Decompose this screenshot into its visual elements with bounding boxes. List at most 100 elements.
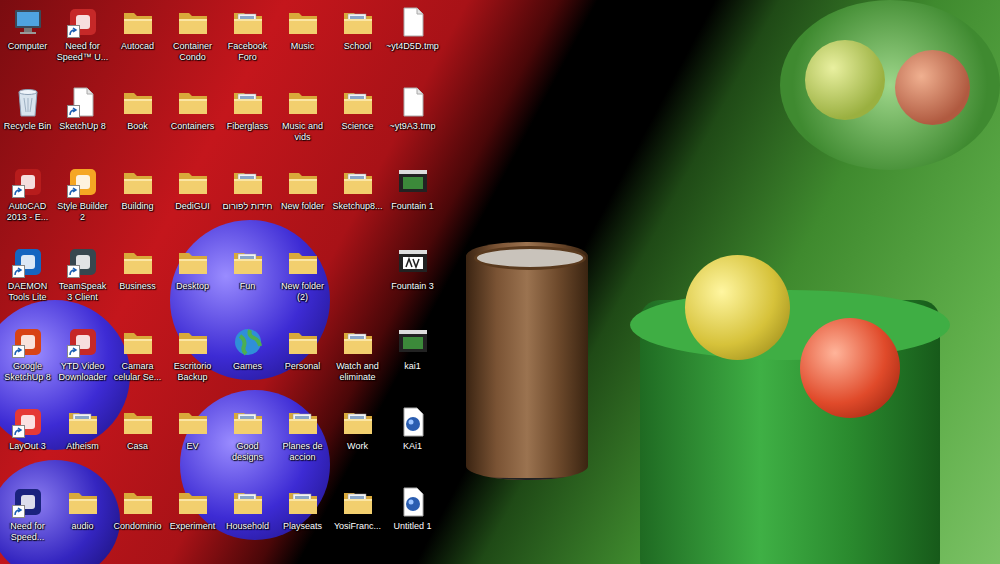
folder-icon — [342, 166, 374, 198]
desktop-icon[interactable]: LayOut 3 — [0, 402, 55, 482]
folder-icon — [287, 486, 319, 518]
desktop-icon[interactable]: DAEMON Tools Lite — [0, 242, 55, 322]
desktop-icon[interactable]: EV — [165, 402, 220, 482]
desktop-icon[interactable]: Fountain 3 — [385, 242, 440, 322]
icon-image — [122, 246, 154, 278]
desktop-icon[interactable]: kai1 — [385, 322, 440, 402]
desktop-icon[interactable]: Household — [220, 482, 275, 562]
desktop-icon[interactable]: YosiFranc... — [330, 482, 385, 562]
shortcut-arrow-icon — [67, 105, 80, 118]
icon-label: Escritorio Backup — [165, 361, 220, 383]
icon-label: Computer — [0, 41, 55, 52]
desktop-icon[interactable]: Facebook Foro — [220, 2, 275, 82]
icon-image — [122, 86, 154, 118]
desktop-icon[interactable]: AutoCAD 2013 - E... — [0, 162, 55, 242]
desktop-icon[interactable]: חידות לפורום — [220, 162, 275, 242]
desktop-icon[interactable]: Desktop — [165, 242, 220, 322]
desktop-icon[interactable]: Games — [220, 322, 275, 402]
folder-icon — [177, 406, 209, 438]
icon-label: Music and vids — [275, 121, 330, 143]
icon-image — [67, 6, 99, 38]
desktop-icon[interactable]: Fiberglass — [220, 82, 275, 162]
desktop-icon[interactable]: YTD Video Downloader — [55, 322, 110, 402]
icon-image — [342, 406, 374, 438]
icon-image — [232, 246, 264, 278]
desktop-icon[interactable]: Fun — [220, 242, 275, 322]
desktop-icon[interactable]: Condominio — [110, 482, 165, 562]
icon-image — [122, 326, 154, 358]
desktop-icon[interactable]: New folder (2) — [275, 242, 330, 322]
icon-image — [122, 6, 154, 38]
desktop-icon[interactable]: Building — [110, 162, 165, 242]
icon-image — [177, 6, 209, 38]
desktop-icon[interactable]: TeamSpeak 3 Client — [55, 242, 110, 322]
desktop-icon[interactable]: Fountain 1 — [385, 162, 440, 242]
desktop-icon[interactable]: Book — [110, 82, 165, 162]
desktop-icon[interactable]: Autocad — [110, 2, 165, 82]
icon-image — [232, 6, 264, 38]
desktop-icon[interactable]: School — [330, 2, 385, 82]
shortcut-arrow-icon — [12, 425, 25, 438]
folder-icon — [342, 406, 374, 438]
icon-label: ~yt9A3.tmp — [385, 121, 440, 132]
icon-image — [232, 406, 264, 438]
icon-image — [67, 166, 99, 198]
desktop-icon[interactable]: Containers — [165, 82, 220, 162]
desktop-icon[interactable]: Planes de accion — [275, 402, 330, 482]
desktop-icon[interactable]: SketchUp 8 — [55, 82, 110, 162]
desktop-icon[interactable]: Google SketchUp 8 — [0, 322, 55, 402]
desktop-icon[interactable]: Sketchup8... — [330, 162, 385, 242]
icon-label: Fun — [220, 281, 275, 292]
desktop-icon[interactable]: Recycle Bin — [0, 82, 55, 162]
folder-icon — [67, 486, 99, 518]
folder-icon — [122, 6, 154, 38]
icon-label: Style Builder 2 — [55, 201, 110, 223]
desktop-icon[interactable]: Camara celular Se... — [110, 322, 165, 402]
icon-image — [67, 246, 99, 278]
icon-image — [287, 406, 319, 438]
folder-icon — [342, 326, 374, 358]
desktop-icon[interactable]: ~yt4D5D.tmp — [385, 2, 440, 82]
file-icon — [397, 6, 429, 38]
desktop-icon[interactable]: Music — [275, 2, 330, 82]
desktop-icon[interactable]: Science — [330, 82, 385, 162]
desktop-icon[interactable]: Escritorio Backup — [165, 322, 220, 402]
folder-icon — [342, 6, 374, 38]
icon-label: EV — [165, 441, 220, 452]
folder-icon — [122, 246, 154, 278]
desktop-icon[interactable]: ~yt9A3.tmp — [385, 82, 440, 162]
desktop-icon[interactable]: Work — [330, 402, 385, 482]
icon-image — [287, 326, 319, 358]
desktop-icon[interactable]: Computer — [0, 2, 55, 82]
desktop-icon[interactable]: Container Condo — [165, 2, 220, 82]
wooden-cylinder — [466, 242, 588, 480]
desktop-icon[interactable]: Need for Speed... — [0, 482, 55, 562]
icon-label: Good designs — [220, 441, 275, 463]
desktop-icon[interactable]: Experiment — [165, 482, 220, 562]
icon-image — [397, 166, 429, 198]
desktop-icon[interactable]: Playseats — [275, 482, 330, 562]
desktop-icon[interactable]: Personal — [275, 322, 330, 402]
icon-image — [122, 166, 154, 198]
desktop-icon[interactable]: Style Builder 2 — [55, 162, 110, 242]
icon-image — [397, 406, 429, 438]
desktop-icon[interactable]: audio — [55, 482, 110, 562]
icon-label: Google SketchUp 8 — [0, 361, 55, 383]
desktop-icon[interactable]: Casa — [110, 402, 165, 482]
desktop-icon[interactable]: Good designs — [220, 402, 275, 482]
icon-image — [397, 246, 429, 278]
desktop-icon[interactable]: KAi1 — [385, 402, 440, 482]
icon-label: Household — [220, 521, 275, 532]
desktop-icon[interactable]: DediGUI — [165, 162, 220, 242]
desktop-icon[interactable]: Music and vids — [275, 82, 330, 162]
desktop-icon[interactable]: New folder — [275, 162, 330, 242]
desktop-icon[interactable]: Untitled 1 — [385, 482, 440, 562]
icon-label: Sketchup8... — [330, 201, 385, 212]
desktop-icon[interactable]: Need for Speed™ U... — [55, 2, 110, 82]
icon-image — [397, 326, 429, 358]
desktop-icon[interactable]: Business — [110, 242, 165, 322]
icon-label: Business — [110, 281, 165, 292]
icon-image — [232, 486, 264, 518]
desktop-icon[interactable]: Atheism — [55, 402, 110, 482]
desktop-icon[interactable]: Watch and eliminate — [330, 322, 385, 402]
